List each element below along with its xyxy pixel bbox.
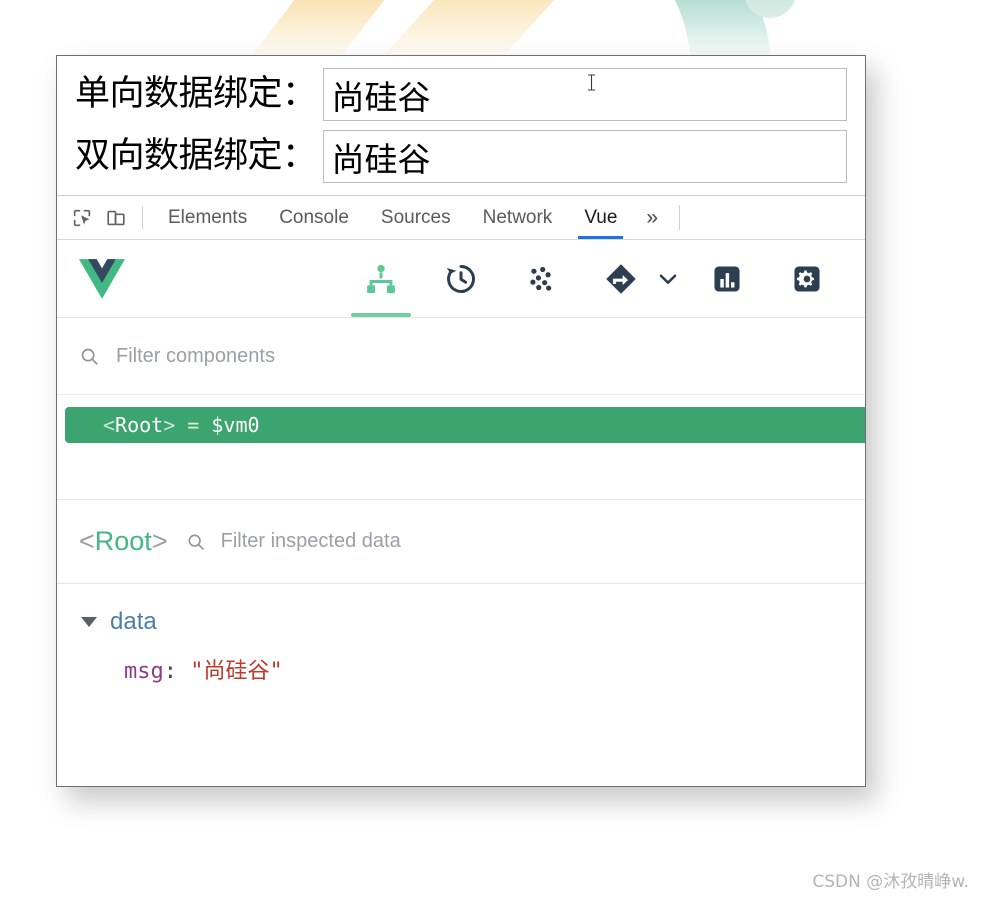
tab-console[interactable]: Console xyxy=(263,196,365,239)
inspected-component-name: <Root> xyxy=(79,526,168,557)
devtools-tabbar: Elements Console Sources Network Vue » xyxy=(57,196,865,240)
data-entry-value: 尚硅谷 xyxy=(203,659,270,684)
tab-elements[interactable]: Elements xyxy=(152,196,263,239)
inspected-open-angle: < xyxy=(79,526,95,556)
routing-chevron-down-icon[interactable] xyxy=(655,266,681,292)
two-way-binding-label: 双向数据绑定： xyxy=(75,136,317,177)
vue-logo xyxy=(79,258,125,299)
root-open-bracket: < xyxy=(103,413,116,437)
vue-devtools-panel: <Root> = $vm0 <Root> data xyxy=(57,240,865,781)
filter-components-input[interactable] xyxy=(114,343,843,369)
watermark: CSDN @沐孜晴峥w. xyxy=(812,872,969,892)
inspect-element-icon[interactable] xyxy=(65,196,99,239)
component-tree: < Root > = $vm0 xyxy=(57,395,865,500)
filter-inspected-data-input[interactable] xyxy=(218,529,843,554)
device-toolbar-icon[interactable] xyxy=(99,196,133,239)
root-name: Root xyxy=(115,413,164,437)
vuex-icon[interactable] xyxy=(518,240,564,317)
tab-sources-label: Sources xyxy=(380,206,451,228)
tab-vue-label: Vue xyxy=(584,206,618,228)
devtools: Elements Console Sources Network Vue » F… xyxy=(57,195,865,781)
one-way-binding-row: 单向数据绑定： xyxy=(75,68,847,121)
component-filter-row xyxy=(57,318,865,395)
tabbar-end-divider xyxy=(679,205,681,230)
root-equals: = xyxy=(175,413,212,437)
routing-icon[interactable] xyxy=(598,240,644,317)
inspector-search-icon xyxy=(186,532,206,552)
rendered-page: 单向数据绑定： 双向数据绑定： xyxy=(57,56,865,195)
one-way-binding-input[interactable] xyxy=(322,68,847,121)
tab-network-label: Network xyxy=(482,206,553,228)
tab-vue[interactable]: Vue xyxy=(568,196,633,239)
data-entry-open-quote: " xyxy=(190,659,204,684)
tab-network[interactable]: Network xyxy=(467,196,569,239)
inspected-close-angle: > xyxy=(151,526,168,556)
performance-icon[interactable] xyxy=(704,240,750,317)
settings-gear-icon[interactable] xyxy=(784,240,830,317)
timeline-history-icon[interactable] xyxy=(438,240,484,317)
data-entry-close-quote: " xyxy=(269,659,283,684)
data-entry-msg[interactable]: msg: "尚硅谷" xyxy=(57,653,865,685)
vue-toolbar xyxy=(57,240,865,318)
data-entry-colon: : xyxy=(163,659,191,684)
tab-console-label: Console xyxy=(279,206,349,228)
more-tabs-icon[interactable]: » xyxy=(633,196,671,239)
tab-elements-label: Elements xyxy=(168,206,248,228)
tab-sources[interactable]: Sources xyxy=(365,196,467,239)
inspected-data: data msg: "尚硅谷" xyxy=(57,584,865,781)
one-way-binding-label: 单向数据绑定： xyxy=(75,74,317,115)
component-tree-row-root[interactable]: < Root > = $vm0 xyxy=(65,407,865,443)
data-group-data[interactable]: data xyxy=(57,607,865,637)
expand-triangle-icon[interactable] xyxy=(81,617,97,627)
root-vm-ref: $vm0 xyxy=(211,413,260,437)
tabbar-divider xyxy=(142,206,143,229)
search-icon xyxy=(79,346,100,367)
two-way-binding-input[interactable] xyxy=(322,130,847,183)
more-tabs-label: » xyxy=(646,205,659,229)
two-way-binding-row: 双向数据绑定： xyxy=(75,130,847,183)
browser-panel: 单向数据绑定： 双向数据绑定： xyxy=(56,55,866,787)
data-group-label: data xyxy=(110,608,157,635)
root-close-bracket: > xyxy=(163,413,176,437)
data-entry-key: msg xyxy=(124,659,164,684)
components-tree-icon[interactable] xyxy=(351,240,411,317)
inspected-name-text: Root xyxy=(94,526,152,556)
routing-group xyxy=(581,240,687,317)
inspector-header: <Root> xyxy=(57,500,865,584)
